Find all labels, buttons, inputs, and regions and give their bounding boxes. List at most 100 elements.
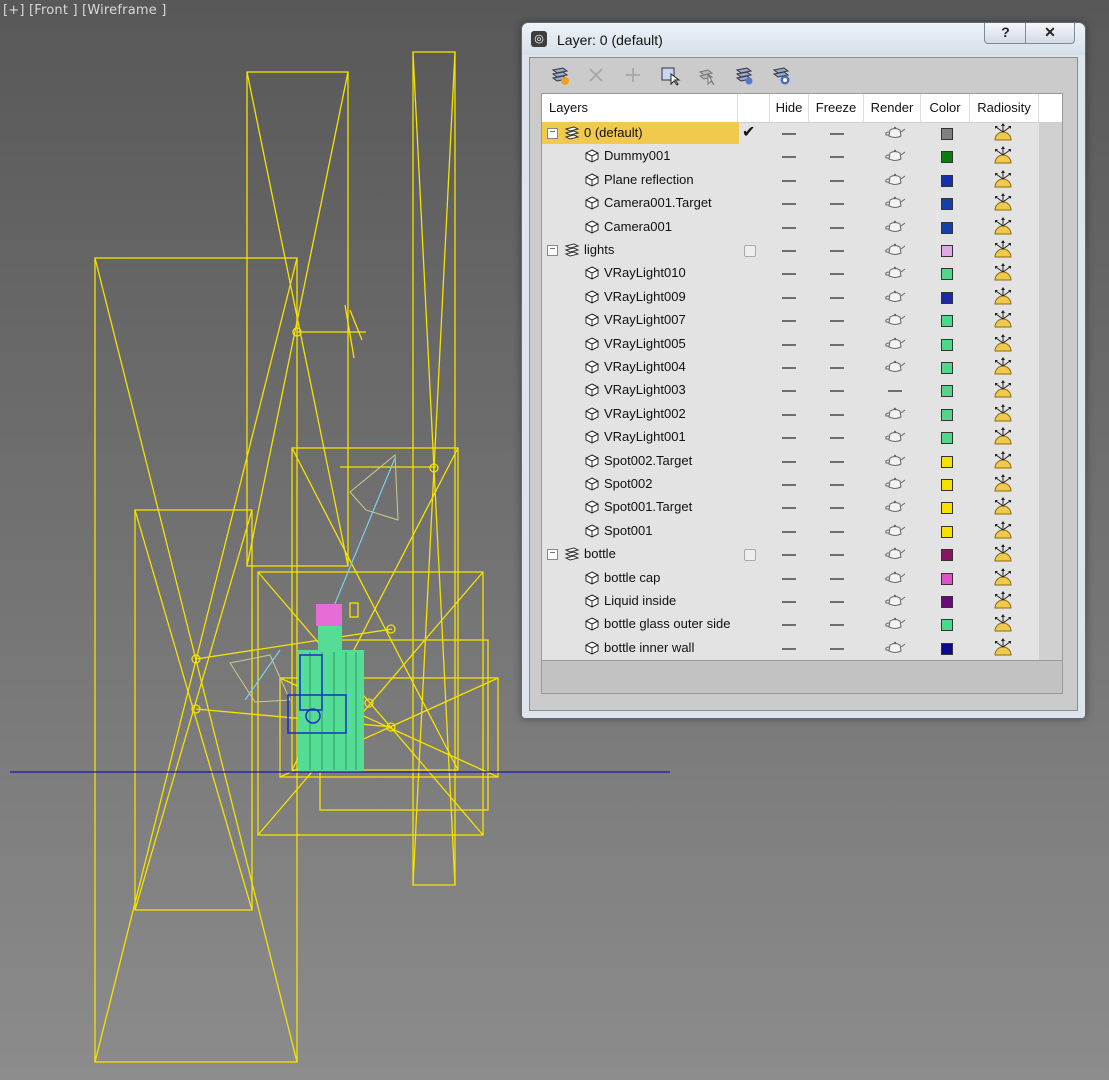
render-teapot-icon[interactable]: [884, 641, 906, 660]
radiosity-icon[interactable]: [992, 427, 1014, 452]
create-layer-icon[interactable]: [549, 64, 571, 86]
radiosity-icon[interactable]: [992, 193, 1014, 218]
object-row[interactable]: Liquid inside: [542, 590, 1039, 613]
hide-toggle[interactable]: [782, 133, 796, 135]
object-name[interactable]: Camera001.Target: [604, 195, 712, 210]
column-render[interactable]: Render: [864, 94, 921, 122]
help-button[interactable]: ?: [984, 23, 1027, 44]
color-swatch[interactable]: [941, 408, 953, 421]
object-row[interactable]: VRayLight007: [542, 309, 1039, 332]
set-current-checkbox[interactable]: [744, 245, 756, 257]
object-row[interactable]: Spot002: [542, 473, 1039, 496]
color-swatch[interactable]: [941, 174, 953, 187]
hide-toggle[interactable]: [782, 413, 796, 416]
collapse-toggle[interactable]: −: [547, 549, 558, 561]
radiosity-icon[interactable]: [992, 216, 1014, 242]
layer-name[interactable]: bottle: [584, 546, 616, 561]
object-row[interactable]: VRayLight002: [542, 403, 1039, 426]
current-layer-check-icon[interactable]: ✔: [742, 122, 755, 142]
freeze-toggle[interactable]: [830, 577, 844, 580]
object-row[interactable]: Spot002.Target: [542, 450, 1039, 473]
freeze-toggle[interactable]: [830, 530, 844, 533]
freeze-all-icon[interactable]: [770, 64, 792, 86]
viewport-label[interactable]: [+] [Front ] [Wireframe ]: [3, 3, 167, 18]
radiosity-icon[interactable]: [992, 520, 1014, 546]
object-row[interactable]: VRayLight003: [542, 379, 1039, 402]
color-swatch[interactable]: [941, 338, 953, 351]
object-row[interactable]: bottle cap: [542, 567, 1039, 590]
render-teapot-icon[interactable]: [884, 149, 906, 168]
radiosity-icon[interactable]: [992, 637, 1014, 660]
radiosity-icon[interactable]: [992, 123, 1014, 148]
layer-name[interactable]: lights: [584, 242, 614, 257]
object-name[interactable]: VRayLight010: [604, 265, 686, 280]
object-name[interactable]: VRayLight005: [604, 336, 686, 351]
object-name[interactable]: Spot001.Target: [604, 499, 692, 514]
render-teapot-icon[interactable]: [884, 571, 906, 590]
radiosity-icon[interactable]: [992, 450, 1014, 476]
freeze-toggle[interactable]: [830, 156, 844, 159]
freeze-toggle[interactable]: [830, 624, 844, 627]
freeze-toggle[interactable]: [830, 647, 844, 650]
radiosity-icon[interactable]: [992, 380, 1014, 405]
hide-toggle[interactable]: [782, 484, 796, 486]
column-freeze[interactable]: Freeze: [809, 94, 864, 122]
render-teapot-icon[interactable]: [884, 430, 906, 449]
object-row[interactable]: VRayLight010: [542, 262, 1039, 285]
render-teapot-icon[interactable]: [884, 454, 906, 473]
freeze-toggle[interactable]: [830, 437, 844, 440]
column-layers[interactable]: Layers: [542, 94, 738, 122]
object-name[interactable]: VRayLight007: [604, 312, 686, 327]
render-teapot-icon[interactable]: [884, 126, 906, 145]
radiosity-icon[interactable]: [992, 544, 1014, 569]
color-swatch[interactable]: [941, 432, 953, 445]
radiosity-icon[interactable]: [992, 497, 1014, 522]
object-name[interactable]: Spot002: [604, 476, 652, 491]
color-swatch[interactable]: [941, 291, 953, 304]
column-color[interactable]: Color: [921, 94, 970, 122]
object-name[interactable]: Spot001: [604, 523, 652, 538]
object-name[interactable]: bottle inner wall: [604, 640, 694, 655]
object-name[interactable]: VRayLight001: [604, 429, 686, 444]
radiosity-icon[interactable]: [992, 614, 1014, 639]
color-swatch[interactable]: [941, 549, 953, 562]
hide-toggle[interactable]: [782, 273, 796, 276]
hide-toggle[interactable]: [782, 507, 796, 510]
hide-toggle[interactable]: [782, 320, 796, 323]
freeze-toggle[interactable]: [830, 507, 844, 510]
object-row[interactable]: Camera001: [542, 216, 1039, 239]
render-teapot-icon[interactable]: [884, 243, 906, 262]
color-swatch[interactable]: [941, 642, 953, 655]
object-row[interactable]: Dummy001: [542, 145, 1039, 168]
object-row[interactable]: Plane reflection: [542, 169, 1039, 192]
render-teapot-icon[interactable]: [884, 337, 906, 356]
radiosity-icon[interactable]: [992, 403, 1014, 429]
hide-toggle[interactable]: [782, 460, 796, 463]
object-name[interactable]: bottle glass outer side: [604, 616, 730, 631]
radiosity-icon[interactable]: [992, 333, 1014, 359]
render-toggle[interactable]: [888, 390, 902, 393]
freeze-toggle[interactable]: [830, 390, 844, 393]
render-teapot-icon[interactable]: [884, 524, 906, 543]
render-teapot-icon[interactable]: [884, 196, 906, 215]
scrollbar[interactable]: [1039, 123, 1062, 660]
hide-toggle[interactable]: [782, 296, 796, 299]
freeze-toggle[interactable]: [830, 601, 844, 603]
hide-toggle[interactable]: [782, 577, 796, 580]
freeze-toggle[interactable]: [830, 250, 844, 252]
render-teapot-icon[interactable]: [884, 477, 906, 496]
object-name[interactable]: Dummy001: [604, 148, 670, 163]
object-row[interactable]: Spot001.Target: [542, 496, 1039, 519]
hide-toggle[interactable]: [782, 530, 796, 533]
layer-row[interactable]: − bottle: [542, 543, 1039, 566]
render-teapot-icon[interactable]: [884, 500, 906, 519]
object-name[interactable]: Camera001: [604, 219, 672, 234]
object-row[interactable]: VRayLight004: [542, 356, 1039, 379]
object-row[interactable]: Camera001.Target: [542, 192, 1039, 215]
object-row[interactable]: bottle inner wall: [542, 637, 1039, 660]
highlight-layer-icon[interactable]: [696, 64, 718, 86]
freeze-toggle[interactable]: [830, 320, 844, 323]
color-swatch[interactable]: [941, 596, 953, 608]
object-name[interactable]: VRayLight009: [604, 289, 686, 304]
color-swatch[interactable]: [941, 479, 953, 491]
